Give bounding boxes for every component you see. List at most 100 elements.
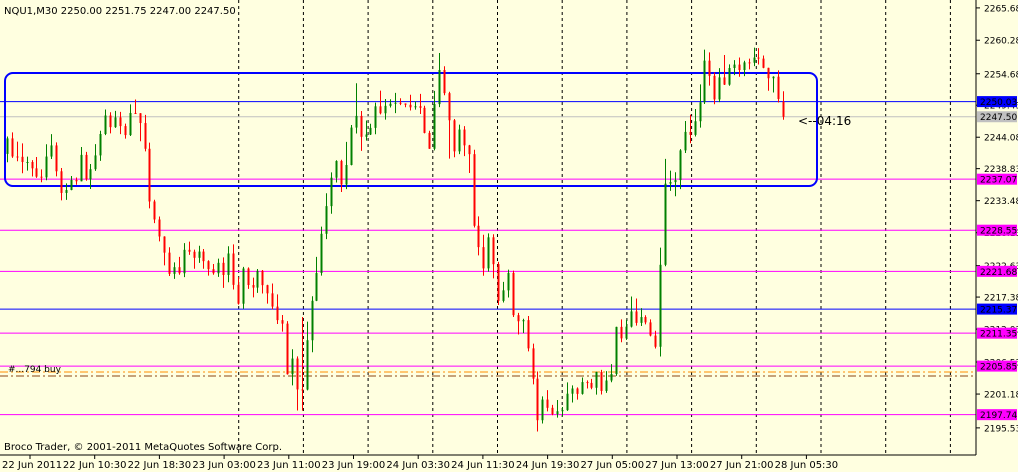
candle-body xyxy=(158,219,161,237)
candle xyxy=(85,151,88,181)
candle xyxy=(473,149,476,228)
x-tick-label: 22 Jun 2011 xyxy=(2,460,62,471)
level-price-label: 2221.68 xyxy=(980,268,1017,278)
y-tick-label: 2244.08 xyxy=(984,134,1018,144)
candle-body xyxy=(89,169,92,180)
candle-body xyxy=(355,115,358,128)
candle-body xyxy=(60,171,63,193)
level-price-label: 2228.55 xyxy=(980,227,1017,237)
candle-body xyxy=(261,270,264,286)
candle-body xyxy=(640,317,643,323)
candle-body xyxy=(75,179,78,182)
candle-body xyxy=(541,399,544,421)
candle-body xyxy=(222,262,225,275)
candle-body xyxy=(772,76,775,79)
candle-body xyxy=(99,133,102,156)
candle-body xyxy=(762,58,765,68)
candle-body xyxy=(178,267,181,274)
level-price-label: 2205.85 xyxy=(980,363,1017,373)
candle-body xyxy=(551,407,554,415)
candle-body xyxy=(679,150,682,181)
candle-body xyxy=(684,131,687,151)
candle-body xyxy=(625,326,628,339)
candle-body xyxy=(517,315,520,322)
candle-body xyxy=(148,148,151,202)
candle-body xyxy=(311,300,314,341)
candle-body xyxy=(188,249,191,252)
candle-body xyxy=(232,253,235,285)
candle-body xyxy=(104,115,107,134)
candle-body xyxy=(394,102,397,104)
candle-body xyxy=(649,322,652,336)
candle-body xyxy=(94,155,97,170)
candle xyxy=(512,270,515,317)
candle-body xyxy=(561,410,564,412)
countdown-label: <--04:16 xyxy=(798,114,851,128)
candle xyxy=(242,266,245,309)
candle-body xyxy=(399,102,402,104)
candle xyxy=(527,315,530,352)
candle-body xyxy=(605,380,608,391)
candle-body xyxy=(571,388,574,394)
candle-body xyxy=(139,113,142,124)
candle-body xyxy=(536,378,539,421)
candle-body xyxy=(674,180,677,183)
candle-body xyxy=(335,160,338,178)
candle-body xyxy=(468,145,471,155)
candle-body xyxy=(777,76,780,99)
candle-body xyxy=(409,104,412,108)
candle-body xyxy=(428,132,431,149)
candle-body xyxy=(286,323,289,375)
candle-body xyxy=(35,168,38,177)
candle-body xyxy=(40,176,43,178)
candle xyxy=(286,321,289,375)
candle-body xyxy=(198,251,201,258)
candle-body xyxy=(315,273,318,301)
x-tick-label: 23 Jun 03:00 xyxy=(192,460,256,471)
candle-body xyxy=(65,190,68,193)
candle-body xyxy=(119,117,122,127)
candle-body xyxy=(168,252,171,274)
watermark: Broco Trader, © 2001-2011 MetaQuotes Sof… xyxy=(4,442,282,453)
candle-body xyxy=(453,120,456,152)
candle-body xyxy=(26,162,29,164)
candle-body xyxy=(404,103,407,105)
candle-body xyxy=(330,177,333,207)
x-tick-label: 23 Jun 11:00 xyxy=(257,460,321,471)
candle-body xyxy=(502,290,505,301)
candle xyxy=(443,66,446,96)
candle-body xyxy=(207,261,210,270)
candle-body xyxy=(21,156,24,163)
x-tick-label: 27 Jun 13:00 xyxy=(645,460,709,471)
candle xyxy=(497,261,500,305)
candle-body xyxy=(743,62,746,71)
candle-body xyxy=(242,268,245,304)
chart-title: NQU1,M30 2250.00 2251.75 2247.00 2247.50 xyxy=(4,6,236,17)
candle xyxy=(320,226,323,276)
candle-body xyxy=(70,179,73,191)
candle-body xyxy=(694,121,697,135)
candle-body xyxy=(306,340,309,390)
candle-body xyxy=(281,320,284,324)
candle-body xyxy=(473,154,476,226)
candle-body xyxy=(590,382,593,388)
y-tick-label: 2265.68 xyxy=(984,4,1018,14)
candle-body xyxy=(654,335,657,347)
candle-body xyxy=(586,382,589,384)
candle xyxy=(615,326,618,376)
candle-body xyxy=(296,358,299,390)
candle-body xyxy=(217,262,220,274)
candle-body xyxy=(782,101,785,117)
x-tick-label: 28 Jun 05:30 xyxy=(775,460,839,471)
candle-body xyxy=(610,374,613,381)
y-tick-label: 2260.28 xyxy=(984,37,1018,47)
candle-body xyxy=(379,106,382,114)
candle-body xyxy=(615,326,618,375)
candle-body xyxy=(202,251,205,262)
candle-body xyxy=(365,134,368,137)
candle-body xyxy=(423,107,426,133)
candle-body xyxy=(507,272,510,291)
candle-body xyxy=(6,138,9,154)
candle-body xyxy=(512,272,515,316)
candle-body xyxy=(325,206,328,234)
